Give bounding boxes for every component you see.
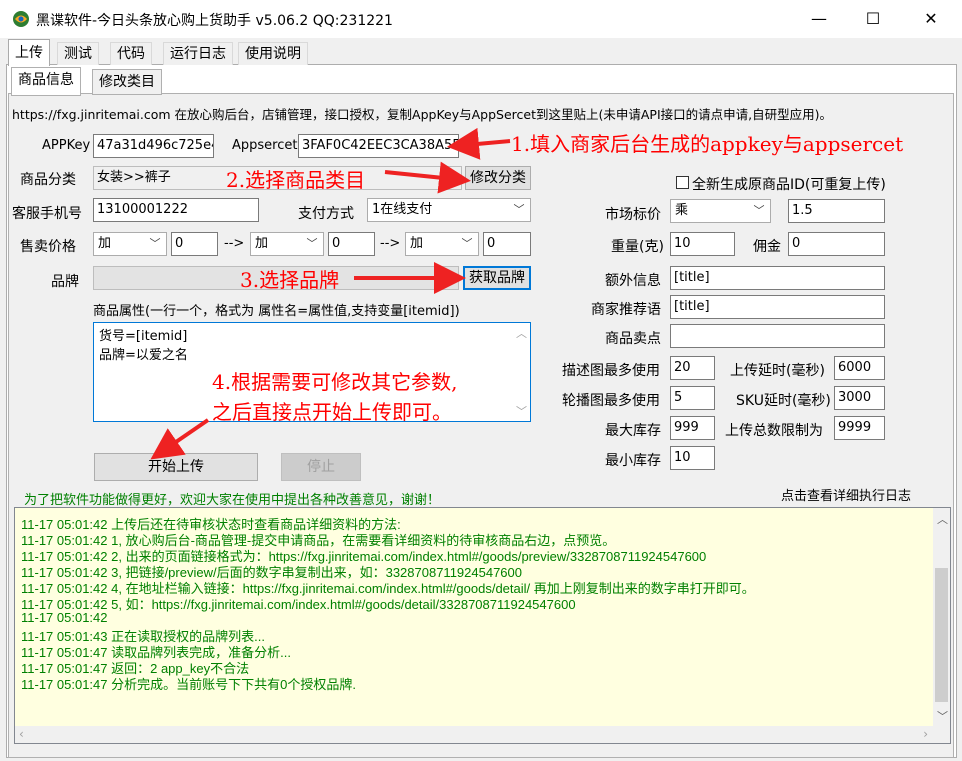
arrow-step-2 xyxy=(384,161,471,194)
arrow-step-4 xyxy=(150,418,210,460)
annotation-arrows xyxy=(150,127,511,460)
arrow-step-1 xyxy=(447,127,511,160)
app-window: 黑谍软件-今日头条放心购上货助手 v5.06.2 QQ:231221 — ☐ ✕… xyxy=(0,0,962,761)
